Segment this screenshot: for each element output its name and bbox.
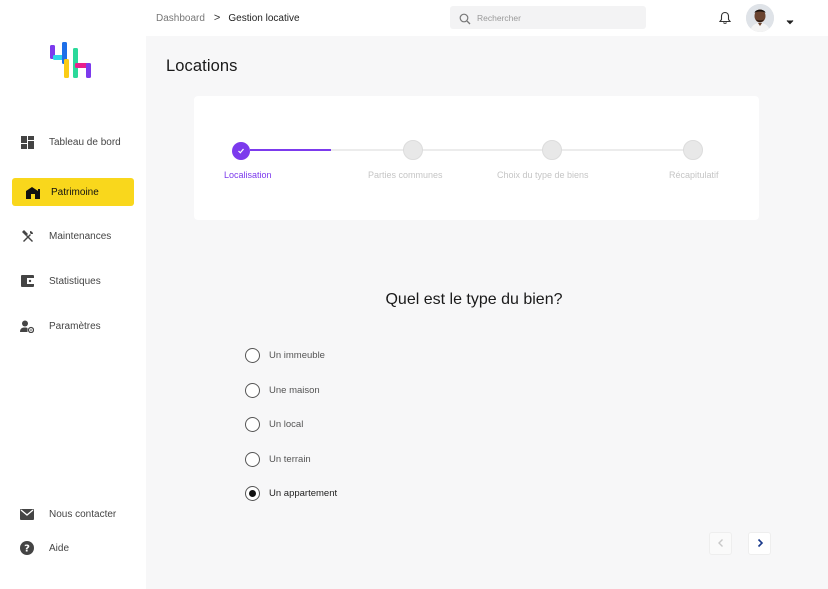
breadcrumb-gestion-locative: Gestion locative bbox=[228, 12, 300, 24]
step-label-recapitulatif: Récapitulatif bbox=[669, 170, 719, 180]
radio-selected-dot bbox=[249, 489, 256, 497]
radio-button[interactable] bbox=[245, 451, 260, 467]
step-label-localisation: Localisation bbox=[224, 170, 272, 180]
page-title: Locations bbox=[166, 57, 238, 75]
option-une-maison[interactable]: Une maison bbox=[245, 382, 320, 398]
chevron-left-icon bbox=[717, 535, 725, 553]
bell-icon[interactable] bbox=[718, 11, 732, 25]
app-logo bbox=[50, 42, 98, 80]
step-dot-recapitulatif[interactable] bbox=[683, 140, 703, 160]
question-heading: Quel est le type du bien? bbox=[0, 291, 828, 309]
avatar[interactable] bbox=[746, 4, 774, 32]
option-un-immeuble[interactable]: Un immeuble bbox=[245, 347, 325, 363]
step-track-line bbox=[331, 149, 693, 151]
sidebar-item-tableau-de-bord[interactable]: Tableau de bord bbox=[12, 128, 134, 156]
next-button[interactable] bbox=[748, 532, 771, 555]
sidebar-item-label: Statistiques bbox=[49, 275, 101, 287]
sidebar-item-maintenances[interactable]: Maintenances bbox=[12, 222, 134, 250]
sidebar-item-nous-contacter[interactable]: Nous contacter bbox=[12, 500, 134, 528]
step-dot-localisation[interactable] bbox=[232, 142, 250, 160]
sidebar-item-label: Nous contacter bbox=[49, 508, 117, 520]
radio-button[interactable] bbox=[245, 382, 260, 398]
sidebar-item-parametres[interactable]: Paramètres bbox=[12, 312, 134, 340]
previous-button[interactable] bbox=[709, 532, 732, 555]
question-text: Quel est le type du bien? bbox=[385, 291, 563, 308]
sidebar-item-label: Maintenances bbox=[49, 230, 112, 242]
sidebar-item-aide[interactable]: ? Aide bbox=[12, 534, 134, 562]
sidebar-item-label: Paramètres bbox=[49, 320, 101, 332]
breadcrumb-dashboard[interactable]: Dashboard bbox=[156, 13, 205, 24]
radio-button[interactable] bbox=[245, 347, 260, 363]
help-icon: ? bbox=[20, 541, 34, 555]
mail-icon bbox=[20, 507, 34, 521]
breadcrumb: Dashboard > Gestion locative bbox=[156, 12, 300, 24]
option-label: Un immeuble bbox=[269, 349, 325, 361]
step-label-choix-type: Choix du type de biens bbox=[497, 170, 589, 180]
user-settings-icon bbox=[20, 319, 34, 333]
option-label: Un local bbox=[269, 418, 304, 430]
breadcrumb-separator: > bbox=[213, 12, 221, 24]
step-label-parties-communes: Parties communes bbox=[368, 170, 443, 180]
top-bar: Dashboard > Gestion locative bbox=[146, 0, 828, 36]
option-label: Une maison bbox=[269, 384, 320, 396]
step-dot-choix-type[interactable] bbox=[542, 140, 562, 160]
option-label: Un terrain bbox=[269, 453, 311, 465]
radio-button-selected[interactable] bbox=[245, 485, 260, 501]
option-un-appartement[interactable]: Un appartement bbox=[245, 485, 337, 501]
sidebar-item-label: Patrimoine bbox=[51, 186, 99, 198]
step-dot-parties-communes[interactable] bbox=[403, 140, 423, 160]
sidebar-item-label: Aide bbox=[49, 542, 70, 554]
stepper: Localisation Parties communes Choix du t… bbox=[194, 96, 759, 220]
sidebar-item-label: Tableau de bord bbox=[49, 136, 121, 148]
option-label: Un appartement bbox=[269, 487, 338, 499]
search-bar bbox=[450, 6, 646, 29]
chevron-down-icon[interactable] bbox=[786, 13, 794, 25]
chevron-right-icon bbox=[756, 535, 764, 553]
wallet-icon bbox=[20, 274, 34, 288]
option-un-local[interactable]: Un local bbox=[245, 416, 303, 432]
svg-text:?: ? bbox=[24, 544, 30, 555]
building-icon bbox=[26, 185, 40, 199]
sidebar-item-patrimoine[interactable]: Patrimoine bbox=[12, 178, 134, 206]
radio-button[interactable] bbox=[245, 416, 260, 432]
step-progress-line bbox=[250, 149, 331, 151]
tools-icon bbox=[20, 229, 34, 243]
option-un-terrain[interactable]: Un terrain bbox=[245, 451, 311, 467]
dashboard-icon bbox=[20, 135, 34, 149]
search-icon bbox=[459, 12, 471, 24]
search-input[interactable] bbox=[477, 12, 637, 23]
